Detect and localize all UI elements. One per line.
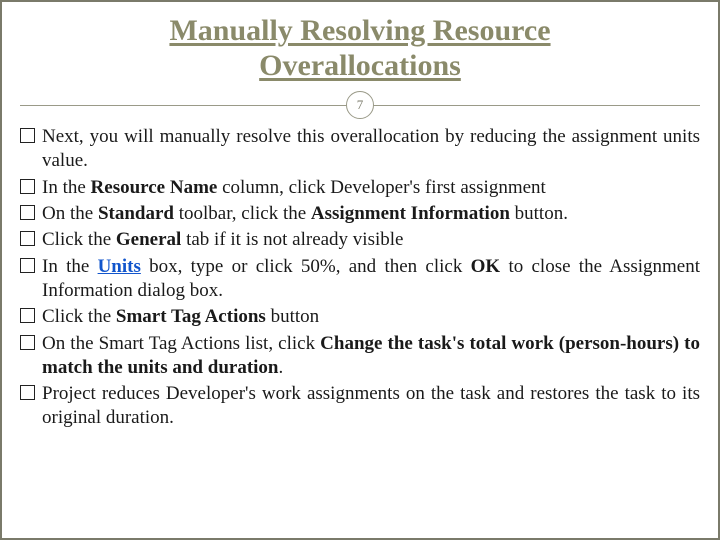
text-segment: On the Smart Tag Actions list, click xyxy=(42,333,320,354)
text-segment: Smart Tag Actions xyxy=(116,306,266,327)
checkbox-icon xyxy=(20,231,35,246)
list-item: On the Standard toolbar, click the Assig… xyxy=(20,202,700,226)
bold-text: Assignment Information xyxy=(311,203,510,224)
text-segment: Next, you will manually resolve this ove… xyxy=(42,126,700,171)
body-text: Next, you will manually resolve this ove… xyxy=(20,125,700,431)
bold-text: Resource Name xyxy=(91,177,218,198)
text-segment: General xyxy=(116,229,181,250)
text-segment: Standard xyxy=(98,203,174,224)
text-segment: Assignment Information xyxy=(311,203,510,224)
bold-text: Standard xyxy=(98,203,174,224)
bold-text: Units xyxy=(98,256,141,277)
text-segment: Project reduces Developer's work assignm… xyxy=(42,383,700,428)
slide-title: Manually Resolving Resource Overallocati… xyxy=(20,14,700,83)
text-segment: In the xyxy=(42,177,91,198)
checkbox-icon xyxy=(20,179,35,194)
bold-text: General xyxy=(116,229,181,250)
link-text: Units xyxy=(98,256,141,277)
bold-text: Smart Tag Actions xyxy=(116,306,266,327)
list-item: In the Units box, type or click 50%, and… xyxy=(20,255,700,304)
checkbox-icon xyxy=(20,335,35,350)
text-segment: button xyxy=(266,306,319,327)
page-number-badge: 7 xyxy=(346,91,374,119)
text-segment: box, type or click 50%, and then click xyxy=(141,256,471,277)
text-segment: Click the xyxy=(42,306,116,327)
text-segment: . xyxy=(279,357,284,378)
slide-frame: Manually Resolving Resource Overallocati… xyxy=(0,0,720,540)
checkbox-icon xyxy=(20,205,35,220)
list-item: In the Resource Name column, click Devel… xyxy=(20,176,700,200)
checkbox-icon xyxy=(20,258,35,273)
checkbox-icon xyxy=(20,308,35,323)
text-segment: Click the xyxy=(42,229,116,250)
text-segment: tab if it is not already visible xyxy=(181,229,403,250)
text-segment: toolbar, click the xyxy=(174,203,311,224)
text-segment: On the xyxy=(42,203,98,224)
list-item: Click the Smart Tag Actions button xyxy=(20,305,700,329)
checkbox-icon xyxy=(20,385,35,400)
text-segment: column, click Developer's first assignme… xyxy=(217,177,545,198)
list-item: Next, you will manually resolve this ove… xyxy=(20,125,700,174)
text-segment: In the xyxy=(42,256,98,277)
text-segment: Resource Name xyxy=(91,177,218,198)
text-segment: button. xyxy=(510,203,568,224)
title-divider: 7 xyxy=(20,91,700,119)
checkbox-icon xyxy=(20,128,35,143)
bold-text: OK xyxy=(471,256,501,277)
list-item: On the Smart Tag Actions list, click Cha… xyxy=(20,332,700,381)
text-segment: OK xyxy=(471,256,501,277)
list-item: Click the General tab if it is not alrea… xyxy=(20,228,700,252)
list-item: Project reduces Developer's work assignm… xyxy=(20,382,700,431)
